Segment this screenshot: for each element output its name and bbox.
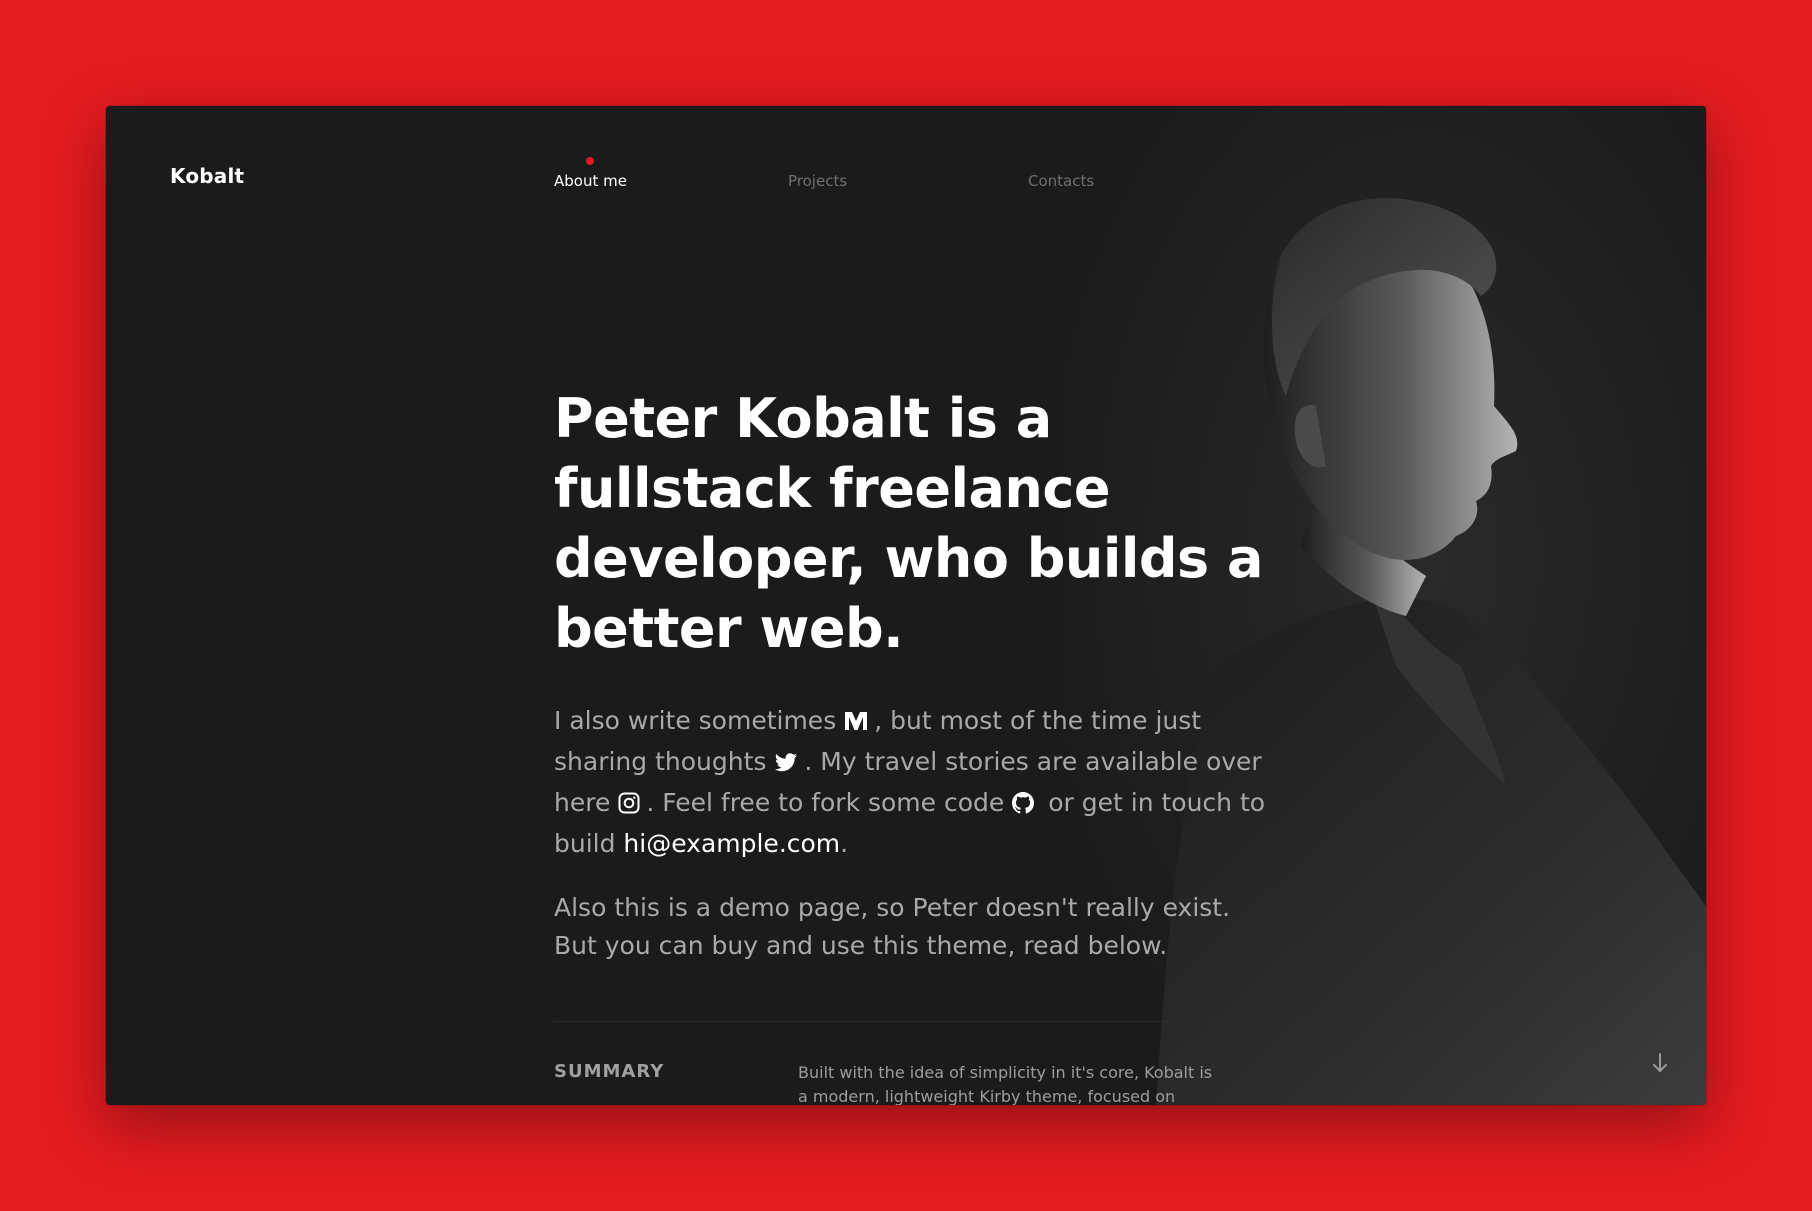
hero-headline: Peter Kobalt is a fullstack freelance de… (554, 387, 1263, 660)
main-nav: About me Projects Contacts (554, 157, 1094, 190)
summary-text: Built with the idea of simplicity in it'… (798, 1063, 1213, 1105)
github-icon[interactable] (1012, 787, 1035, 825)
nav-item-label: Projects (788, 172, 848, 190)
intro-text-6: . (840, 829, 849, 858)
browser-frame: Kobalt About me Projects Contacts Peter … (106, 106, 1706, 1105)
medium-icon[interactable] (844, 705, 868, 743)
email-link[interactable]: hi@example.com (623, 829, 840, 858)
site-logo[interactable]: Kobalt (170, 164, 244, 188)
hero-section: Peter Kobalt is a fullstack freelance de… (554, 384, 1274, 965)
instagram-icon[interactable] (618, 787, 640, 825)
demo-note-paragraph: Also this is a demo page, so Peter doesn… (554, 893, 1231, 960)
summary-label: SUMMARY (554, 1061, 665, 1082)
intro-paragraph: I also write sometimes, but most of the … (554, 702, 1274, 863)
nav-item-projects[interactable]: Projects (788, 172, 1028, 190)
arrow-down-icon[interactable] (1650, 1052, 1670, 1074)
nav-item-contacts[interactable]: Contacts (1028, 172, 1094, 190)
nav-item-label: About me (554, 172, 627, 190)
intro-text-1: I also write sometimes (554, 706, 837, 735)
intro-text-4: . Feel free to fork some code (646, 788, 1005, 817)
active-indicator-dot (586, 157, 594, 165)
section-divider (554, 1021, 1254, 1022)
nav-item-label: Contacts (1028, 172, 1095, 190)
nav-item-about-me[interactable]: About me (554, 157, 788, 190)
twitter-icon[interactable] (774, 746, 798, 784)
